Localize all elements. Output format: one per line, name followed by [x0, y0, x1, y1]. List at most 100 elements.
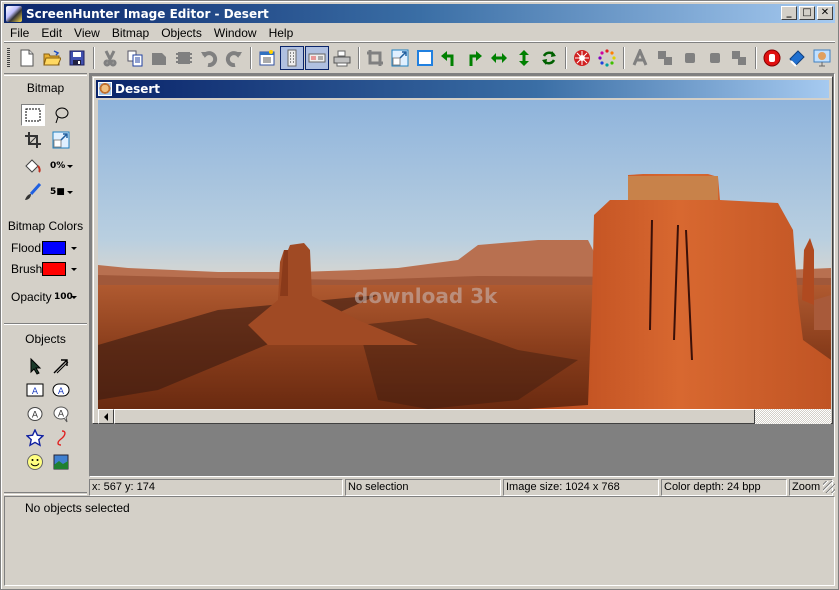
save-button[interactable] [65, 46, 89, 70]
text-icon [632, 49, 648, 66]
new-document-icon [20, 49, 34, 67]
star-tool[interactable] [23, 427, 47, 449]
flip-vertical-button[interactable] [512, 46, 536, 70]
freehand-curve-tool[interactable] [49, 427, 73, 449]
rounded-text-box-tool[interactable]: A [49, 379, 73, 401]
crop-tool[interactable] [21, 129, 45, 151]
flood-fill-tool[interactable] [21, 155, 45, 177]
bring-to-front-icon [657, 51, 672, 65]
print-button[interactable] [330, 46, 354, 70]
resize-grip[interactable] [823, 481, 835, 493]
close-button[interactable]: ✕ [817, 6, 833, 20]
brush-size-dropdown[interactable] [67, 191, 73, 194]
help-button[interactable] [785, 46, 809, 70]
rotate-free-button[interactable] [537, 46, 561, 70]
brush-color-dropdown[interactable] [71, 268, 77, 271]
lasso-select-tool[interactable] [49, 104, 73, 126]
fill-tolerance-dropdown[interactable] [67, 165, 73, 168]
menu-edit[interactable]: Edit [35, 26, 68, 40]
brush-tool[interactable] [21, 181, 45, 203]
scroll-left-button[interactable] [98, 409, 114, 424]
minimize-button[interactable]: _ [781, 6, 797, 20]
toolbar-separator [92, 47, 95, 69]
paste-special-button[interactable] [172, 46, 196, 70]
bring-forward-icon [684, 53, 695, 63]
color-adjust-button[interactable] [595, 46, 619, 70]
resize-button[interactable] [388, 46, 412, 70]
redo-button[interactable] [222, 46, 246, 70]
svg-text:A: A [32, 387, 39, 397]
effects-button[interactable] [570, 46, 594, 70]
image-object-icon [53, 454, 69, 470]
app-icon[interactable] [6, 5, 22, 22]
copy-button[interactable] [123, 46, 147, 70]
flip-horizontal-button[interactable] [487, 46, 511, 70]
brush-color-swatch[interactable] [42, 262, 66, 276]
menu-file[interactable]: File [4, 26, 35, 40]
properties-button[interactable] [255, 46, 279, 70]
menu-bitmap[interactable]: Bitmap [106, 26, 155, 40]
document-title-bar[interactable]: Desert [96, 80, 829, 98]
scroll-thumb[interactable] [114, 409, 755, 424]
flood-color-dropdown[interactable] [71, 247, 77, 250]
flood-color-swatch[interactable] [42, 241, 66, 255]
new-button[interactable] [15, 46, 39, 70]
rotate-right-button[interactable] [462, 46, 486, 70]
scroll-track[interactable] [755, 409, 831, 424]
toolbar-grip[interactable] [7, 48, 10, 68]
object-info-panel: No objects selected [4, 496, 835, 586]
panel-top-border [4, 73, 87, 76]
rectangle-select-tool[interactable] [21, 104, 45, 126]
menu-view[interactable]: View [68, 26, 106, 40]
ellipse-text-tool[interactable]: A [23, 403, 47, 425]
undo-button[interactable] [197, 46, 221, 70]
paint-bucket-icon [25, 159, 41, 173]
info-panel-toggle-button[interactable] [304, 46, 329, 70]
send-backward-button[interactable] [703, 46, 727, 70]
fill-tolerance-value[interactable]: 0% [50, 161, 65, 171]
speech-bubble-tool[interactable]: A [49, 403, 73, 425]
document-icon[interactable] [98, 82, 112, 96]
brush-size-value[interactable]: 5■ [50, 187, 65, 197]
arrow-line-tool[interactable] [49, 355, 73, 377]
image-canvas[interactable]: download 3k [98, 100, 831, 409]
opacity-value[interactable]: 100 [54, 292, 73, 302]
image-object-tool[interactable] [49, 451, 73, 473]
send-to-back-button[interactable] [727, 46, 751, 70]
crop-button[interactable] [363, 46, 387, 70]
smiley-tool[interactable] [23, 451, 47, 473]
menu-help[interactable]: Help [263, 26, 300, 40]
pointer-tool[interactable] [23, 355, 47, 377]
stop-button[interactable] [760, 46, 784, 70]
menu-bar: File Edit View Bitmap Objects Window Hel… [4, 24, 835, 42]
lasso-select-icon [55, 107, 69, 124]
menu-objects[interactable]: Objects [155, 26, 208, 40]
smiley-icon [27, 454, 43, 470]
title-bar[interactable]: ScreenHunter Image Editor - Desert _ □ ✕ [4, 4, 835, 23]
paste-special-icon [176, 52, 193, 64]
rotate-right-icon [469, 51, 483, 66]
resize-tool[interactable] [49, 129, 73, 151]
horizontal-scrollbar[interactable] [98, 409, 831, 424]
document-window: Desert download 3k [92, 76, 833, 424]
toolbar-separator [357, 47, 360, 69]
desert-photo [98, 100, 831, 409]
canvas-size-button[interactable] [413, 46, 437, 70]
toolbox-toggle-button[interactable] [280, 46, 304, 70]
open-button[interactable] [40, 46, 64, 70]
text-box-tool[interactable]: A [23, 379, 47, 401]
screenhunter-button[interactable] [810, 46, 834, 70]
canvas-size-icon [416, 50, 433, 66]
text-button[interactable] [628, 46, 652, 70]
menu-window[interactable]: Window [208, 26, 263, 40]
opacity-dropdown[interactable] [71, 296, 77, 299]
bring-to-front-button[interactable] [653, 46, 677, 70]
paste-button[interactable] [148, 46, 172, 70]
toolbar-separator [565, 47, 568, 69]
bring-forward-button[interactable] [678, 46, 702, 70]
arrow-line-icon [53, 359, 69, 374]
rotate-left-button[interactable] [437, 46, 461, 70]
maximize-button[interactable]: □ [799, 6, 815, 20]
paste-icon [152, 53, 167, 65]
cut-button[interactable] [98, 46, 122, 70]
